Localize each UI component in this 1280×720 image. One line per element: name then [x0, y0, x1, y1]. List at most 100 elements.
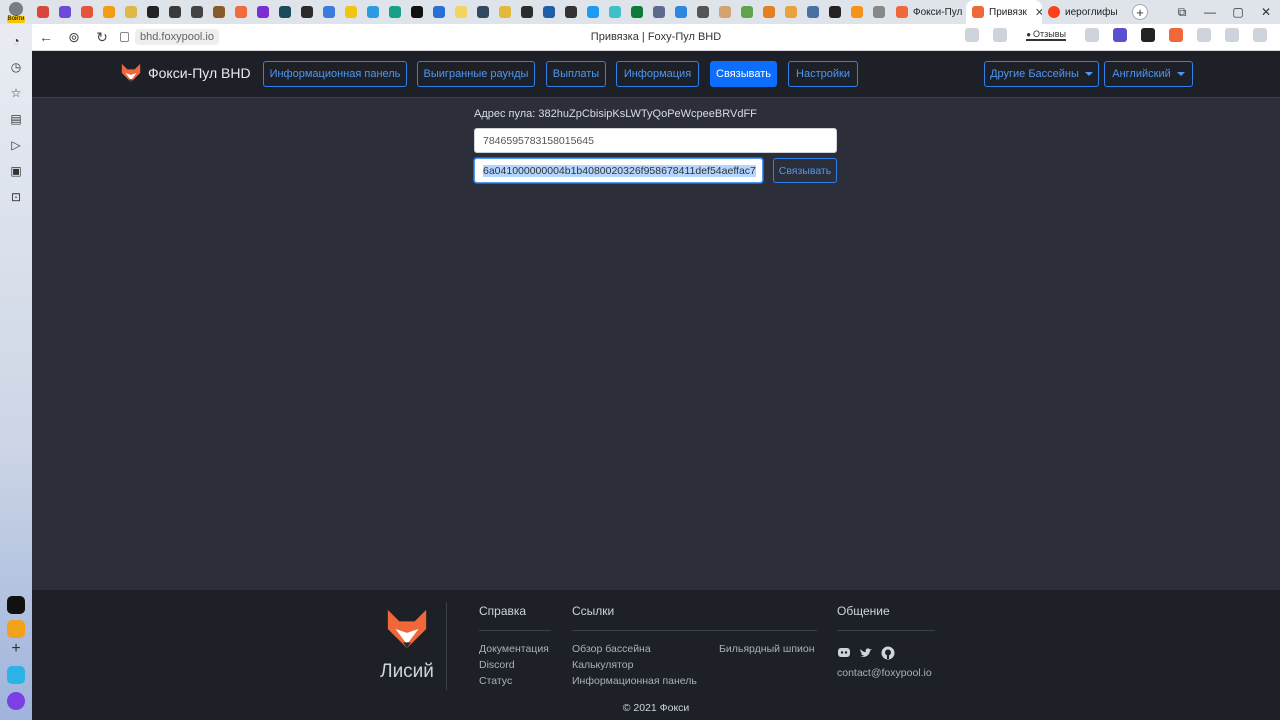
reload-icon[interactable]: ↻ — [88, 29, 116, 46]
nav-settings[interactable]: Настройки — [788, 61, 858, 87]
reviews-button[interactable]: Отзывы — [1026, 29, 1066, 41]
pinned-tab-icon[interactable] — [829, 6, 841, 18]
pinned-tab-icon[interactable] — [367, 6, 379, 18]
pinned-tab-icon[interactable] — [345, 6, 357, 18]
pinned-tab-icon[interactable] — [565, 6, 577, 18]
pinned-tab-icon[interactable] — [279, 6, 291, 18]
twitter-icon[interactable] — [859, 646, 873, 660]
pinned-tab-icon[interactable] — [103, 6, 115, 18]
image-icon[interactable]: ▣ — [9, 164, 23, 178]
footer-link-status[interactable]: Статус — [479, 675, 512, 687]
footer-link-pool-spy[interactable]: Бильярдный шпион — [719, 643, 815, 655]
maximize-button[interactable]: ▢ — [1224, 5, 1252, 19]
pinned-tab-icon[interactable] — [631, 6, 643, 18]
screenshot-icon[interactable]: ⊡ — [9, 190, 23, 204]
footer-contact-email[interactable]: contact@foxypool.io — [837, 667, 932, 679]
discord-icon[interactable] — [837, 646, 851, 660]
metamask-icon[interactable] — [1169, 28, 1183, 42]
reader-icon[interactable] — [1197, 28, 1211, 42]
footer-link-calculator[interactable]: Калькулятор — [572, 659, 633, 671]
signature-input[interactable]: 6a041000000004b1b4080020326f958678411def… — [474, 158, 763, 183]
close-tab-icon[interactable]: ✕ — [1035, 6, 1042, 19]
pinned-tab-icon[interactable] — [543, 6, 555, 18]
history-icon[interactable]: ◷ — [9, 60, 23, 74]
bell-icon[interactable]: ◔ — [9, 34, 23, 48]
footer-link-docs[interactable]: Документация — [479, 643, 549, 655]
copy-page-icon[interactable] — [965, 28, 980, 42]
footer-link-dashboard[interactable]: Информационная панель — [572, 675, 697, 687]
pinned-tab-icon[interactable] — [521, 6, 533, 18]
language-dropdown[interactable]: Английский — [1104, 61, 1193, 87]
nav-won-rounds[interactable]: Выигранные раунды — [417, 61, 535, 87]
footer-divider — [446, 602, 447, 690]
pinned-tab-icon[interactable] — [763, 6, 775, 18]
app-icon[interactable] — [7, 596, 25, 614]
pinned-tab-icon[interactable] — [609, 6, 621, 18]
nav-info[interactable]: Информация — [616, 61, 699, 87]
pinned-tab-icon[interactable] — [785, 6, 797, 18]
yandex-home-icon[interactable]: ⊚ — [60, 29, 88, 46]
account-id-input[interactable]: 7846595783158015645 — [474, 128, 837, 153]
bind-submit-button[interactable]: Связывать — [773, 158, 837, 183]
pinned-tab-icon[interactable] — [587, 6, 599, 18]
pinned-tab-icon[interactable] — [741, 6, 753, 18]
app-icon[interactable] — [7, 666, 25, 684]
pinned-tab-icon[interactable] — [323, 6, 335, 18]
pinned-tab-icon[interactable] — [873, 6, 885, 18]
pinned-tab-icon[interactable] — [499, 6, 511, 18]
extension-icon[interactable] — [1141, 28, 1155, 42]
new-tab-button[interactable]: + — [1132, 4, 1148, 20]
download-icon[interactable] — [1253, 28, 1267, 42]
pinned-tab-icon[interactable] — [433, 6, 445, 18]
github-icon[interactable] — [881, 646, 895, 660]
pinned-tab-icon[interactable] — [169, 6, 181, 18]
nav-dashboard[interactable]: Информационная панель — [263, 61, 407, 87]
url-field[interactable]: bhd.foxypool.io — [120, 29, 219, 45]
minimize-button[interactable]: — — [1196, 5, 1224, 19]
notes-icon[interactable]: ▤ — [9, 112, 23, 126]
pinned-tab-icon[interactable] — [697, 6, 709, 18]
profile-button[interactable]: Войти — [0, 0, 32, 24]
pinned-tab-icon[interactable] — [455, 6, 467, 18]
pinned-tab-icon[interactable] — [59, 6, 71, 18]
pinned-tab-icon[interactable] — [807, 6, 819, 18]
pinned-tab-icon[interactable] — [125, 6, 137, 18]
footer-link-discord[interactable]: Discord — [479, 659, 515, 671]
close-window-button[interactable]: ✕ — [1252, 5, 1280, 19]
nav-payouts[interactable]: Выплаты — [546, 61, 606, 87]
pinned-tab-icon[interactable] — [851, 6, 863, 18]
bookmark-icon[interactable] — [1085, 28, 1099, 42]
alice-icon[interactable] — [7, 692, 25, 710]
footer-copyright: © 2021 Фокси — [622, 702, 690, 714]
nav-bind[interactable]: Связывать — [710, 61, 777, 87]
pinned-tab-icon[interactable] — [477, 6, 489, 18]
pinned-tab-icon[interactable] — [675, 6, 687, 18]
pinned-tab-icon[interactable] — [301, 6, 313, 18]
other-pools-dropdown[interactable]: Другие Бассейны — [984, 61, 1099, 87]
back-arrow-icon[interactable]: ← — [32, 29, 60, 45]
pinned-tab-icon[interactable] — [411, 6, 423, 18]
pinned-tab-icon[interactable] — [257, 6, 269, 18]
pinned-tab-icon[interactable] — [81, 6, 93, 18]
pinned-tab-icon[interactable] — [191, 6, 203, 18]
pinned-tab-icon[interactable] — [389, 6, 401, 18]
extension-icon[interactable] — [1225, 28, 1239, 42]
mail-icon[interactable] — [7, 620, 25, 638]
collections-icon[interactable]: ⧉ — [1168, 5, 1196, 20]
pinned-tab-icon[interactable] — [37, 6, 49, 18]
translate-icon[interactable] — [993, 28, 1008, 42]
pinned-tab-icon[interactable] — [213, 6, 225, 18]
add-app-icon[interactable]: + — [9, 641, 23, 657]
tab-hieroglyphs[interactable]: иероглифы — [1042, 0, 1122, 24]
tab-foxypool[interactable]: Фокси-Пул — [890, 0, 966, 24]
star-icon[interactable]: ☆ — [9, 86, 23, 100]
tab-binding[interactable]: Привязк ✕ — [966, 0, 1042, 24]
extension-icon[interactable] — [1113, 28, 1127, 42]
pinned-tab-icon[interactable] — [147, 6, 159, 18]
brand-link[interactable]: Фокси-Пул BHD — [120, 62, 251, 84]
pinned-tab-icon[interactable] — [653, 6, 665, 18]
play-icon[interactable]: ▷ — [9, 138, 23, 152]
pinned-tab-icon[interactable] — [719, 6, 731, 18]
pinned-tab-icon[interactable] — [235, 6, 247, 18]
footer-link-pool-overview[interactable]: Обзор бассейна — [572, 643, 651, 655]
